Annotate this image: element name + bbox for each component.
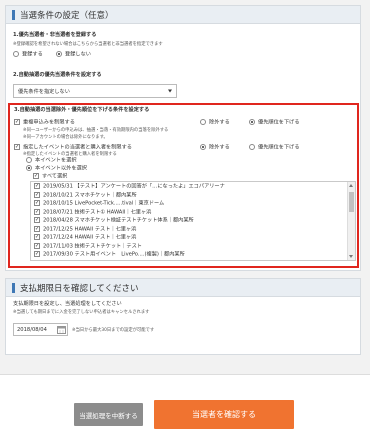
- duplicate-limit-checkbox[interactable]: ✓ 重複申込みを制限する: [14, 119, 75, 127]
- event-exclude-radio[interactable]: 除外する: [200, 144, 230, 152]
- payment-deadline-header: 支払期限日を確認してください: [6, 279, 360, 297]
- payment-warning: ※当選しても期日までに入金を完了しない申込者はキャンセルされます: [13, 310, 150, 315]
- calendar-icon[interactable]: [57, 325, 66, 334]
- duplicate-note-1: ※同一ユーザーからの申込みは、抽選・当落・有効期限内の当落を除外する: [23, 128, 169, 133]
- list-item[interactable]: ✓ 2017/12/24 HAWAII テスト｜七里ヶ浜: [34, 234, 136, 242]
- duplicate-exclude-radio[interactable]: 除外する: [200, 119, 230, 127]
- list-item-check-icon[interactable]: ✓: [34, 183, 40, 189]
- register-radio-label: 登録する: [22, 51, 43, 58]
- duplicate-lower-circle[interactable]: [249, 119, 255, 125]
- register-radio-circle[interactable]: [13, 51, 19, 57]
- other-events-radio[interactable]: 本イベント以外を選択: [26, 165, 87, 173]
- list-item[interactable]: ✓ 2018/10/15 LivePocket-Tick.....tival｜東京…: [34, 200, 164, 208]
- list-item-label: 2017/11/03 技術テストチケット｜テスト: [43, 243, 142, 249]
- list-item[interactable]: ✓ 2018/04/28 スマホチケット検証テストチケット体系｜都内某所: [34, 217, 194, 225]
- payment-deadline-title: 支払期限日を確認してください: [20, 283, 139, 294]
- list-item[interactable]: ✓ 2018/07/21 技術テスト① HAWAII｜七里ヶ浜: [34, 208, 152, 217]
- condition-settings-header: 当選条件の設定（任意）: [6, 6, 360, 24]
- select-all-checkbox[interactable]: ✓ すべて選択: [33, 173, 67, 181]
- event-list-scrollbar[interactable]: [347, 182, 355, 260]
- payment-deadline-panel: 支払期限日を確認してください: [5, 278, 361, 355]
- list-item[interactable]: ✓ 2017/11/03 技術テストチケット｜テスト: [34, 242, 142, 251]
- section-accent-bar: [12, 9, 15, 20]
- priority-condition-value: 優先条件を指定しない: [18, 88, 70, 95]
- list-item-label: 2019/05/31 【テスト】アンケートの回答が「…になったよ」エコパアリーナ: [43, 183, 225, 190]
- duplicate-lower-label: 優先順位を下げる: [258, 119, 300, 126]
- payment-date-value: 2018/08/04: [17, 326, 47, 333]
- condition-settings-title: 当選条件の設定（任意）: [20, 10, 114, 21]
- duplicate-lower-radio[interactable]: 優先順位を下げる: [249, 119, 300, 127]
- list-item[interactable]: ✓ 2019/05/31 【テスト】アンケートの回答が「…になったよ」エコパアリー…: [34, 183, 225, 191]
- this-event-radio[interactable]: 本イベントを選択: [26, 157, 77, 165]
- register-radio[interactable]: 登録する: [13, 51, 43, 59]
- list-item-check-icon[interactable]: ✓: [34, 191, 40, 198]
- q2-heading: 2.自動抽選の優先当選条件を設定する: [13, 72, 102, 78]
- q1-heading: 1.優先当選者・非当選者を登録する: [13, 32, 97, 38]
- list-item-label: 2017/12/25 HAWAII テスト｜七里ヶ浜: [43, 226, 137, 232]
- no-register-radio-circle[interactable]: [56, 51, 62, 57]
- list-item-check-icon[interactable]: ✓: [34, 242, 40, 249]
- this-event-label: 本イベントを選択: [35, 157, 77, 164]
- event-list[interactable]: ✓ 2019/05/31 【テスト】アンケートの回答が「…になったよ」エコパアリー…: [30, 181, 356, 261]
- list-item-label: 2017/09/30 テスト用イベント LivePo....(複製)｜都内某所: [43, 251, 185, 258]
- list-item-check-icon[interactable]: ✓: [34, 234, 40, 240]
- select-all-label: すべて選択: [42, 173, 68, 180]
- event-lower-circle[interactable]: [249, 144, 255, 150]
- duplicate-limit-check-icon[interactable]: ✓: [14, 119, 20, 125]
- event-lower-radio[interactable]: 優先順位を下げる: [249, 144, 300, 152]
- list-item-label: 2017/12/24 HAWAII テスト｜七里ヶ浜: [43, 234, 137, 241]
- other-events-circle[interactable]: [26, 165, 32, 171]
- duplicate-note-2: ※同一アカウントの場合は除外になります。: [23, 135, 108, 140]
- list-item-check-icon[interactable]: ✓: [34, 225, 40, 232]
- duplicate-exclude-circle[interactable]: [200, 119, 206, 125]
- other-events-label: 本イベント以外を選択: [35, 165, 87, 172]
- select-all-check-icon[interactable]: ✓: [33, 173, 39, 179]
- duplicate-limit-label: 重複申込みを制限する: [23, 119, 75, 126]
- list-item-label: 2018/07/21 技術テスト① HAWAII｜七里ヶ浜: [43, 209, 152, 215]
- no-register-radio[interactable]: 登録しない: [56, 51, 91, 59]
- event-limit-label: 指定したイベントの当選者と購入者を制限する: [23, 144, 132, 151]
- chevron-down-icon: [168, 89, 172, 93]
- this-event-circle[interactable]: [26, 157, 32, 163]
- list-item-check-icon[interactable]: ✓: [34, 251, 40, 257]
- list-item[interactable]: ✓ 2017/09/30 テスト用イベント LivePo....(複製)｜都内某所: [34, 251, 185, 259]
- q3-heading: 3.自動抽選の当選除外・優先順位を下げる条件を設定する: [14, 107, 150, 113]
- priority-condition-select[interactable]: 優先条件を指定しない: [13, 84, 177, 98]
- confirm-winners-button[interactable]: 当選者を確認する: [154, 400, 294, 429]
- event-limit-check-icon[interactable]: ✓: [14, 144, 20, 150]
- list-item[interactable]: ✓ 2017/12/25 HAWAII テスト｜七里ヶ浜: [34, 225, 137, 234]
- date-range-note: ※当日から最大30日までの設定が可能です: [72, 328, 155, 333]
- payment-instruction: 支払期限日を設定し、当選処理をしてください: [13, 301, 122, 307]
- event-exclude-label: 除外する: [209, 144, 230, 151]
- duplicate-exclude-label: 除外する: [209, 119, 230, 126]
- list-item-check-icon[interactable]: ✓: [34, 217, 40, 223]
- event-exclude-circle[interactable]: [200, 144, 206, 150]
- list-item[interactable]: ✓ 2018/10/21 スマホチケット｜都内某所: [34, 191, 137, 200]
- scroll-down-icon[interactable]: [349, 255, 353, 258]
- scroll-up-icon[interactable]: [349, 184, 353, 187]
- q1-note: ※登録確認を希望されない場合はこちらから当選者と非当選者を指定できます: [13, 42, 163, 47]
- scroll-thumb[interactable]: [349, 192, 354, 212]
- list-item-check-icon[interactable]: ✓: [34, 200, 40, 206]
- list-item-check-icon[interactable]: ✓: [34, 208, 40, 215]
- no-register-radio-label: 登録しない: [65, 51, 91, 58]
- cancel-lottery-button[interactable]: 当選処理を中断する: [74, 403, 143, 426]
- event-lower-label: 優先順位を下げる: [258, 144, 300, 151]
- list-item-label: 2018/04/28 スマホチケット検証テストチケット体系｜都内某所: [43, 217, 194, 224]
- section-accent-bar: [12, 282, 15, 293]
- list-item-label: 2018/10/21 スマホチケット｜都内某所: [43, 192, 137, 198]
- list-item-label: 2018/10/15 LivePocket-Tick.....tival｜東京ド…: [43, 200, 165, 207]
